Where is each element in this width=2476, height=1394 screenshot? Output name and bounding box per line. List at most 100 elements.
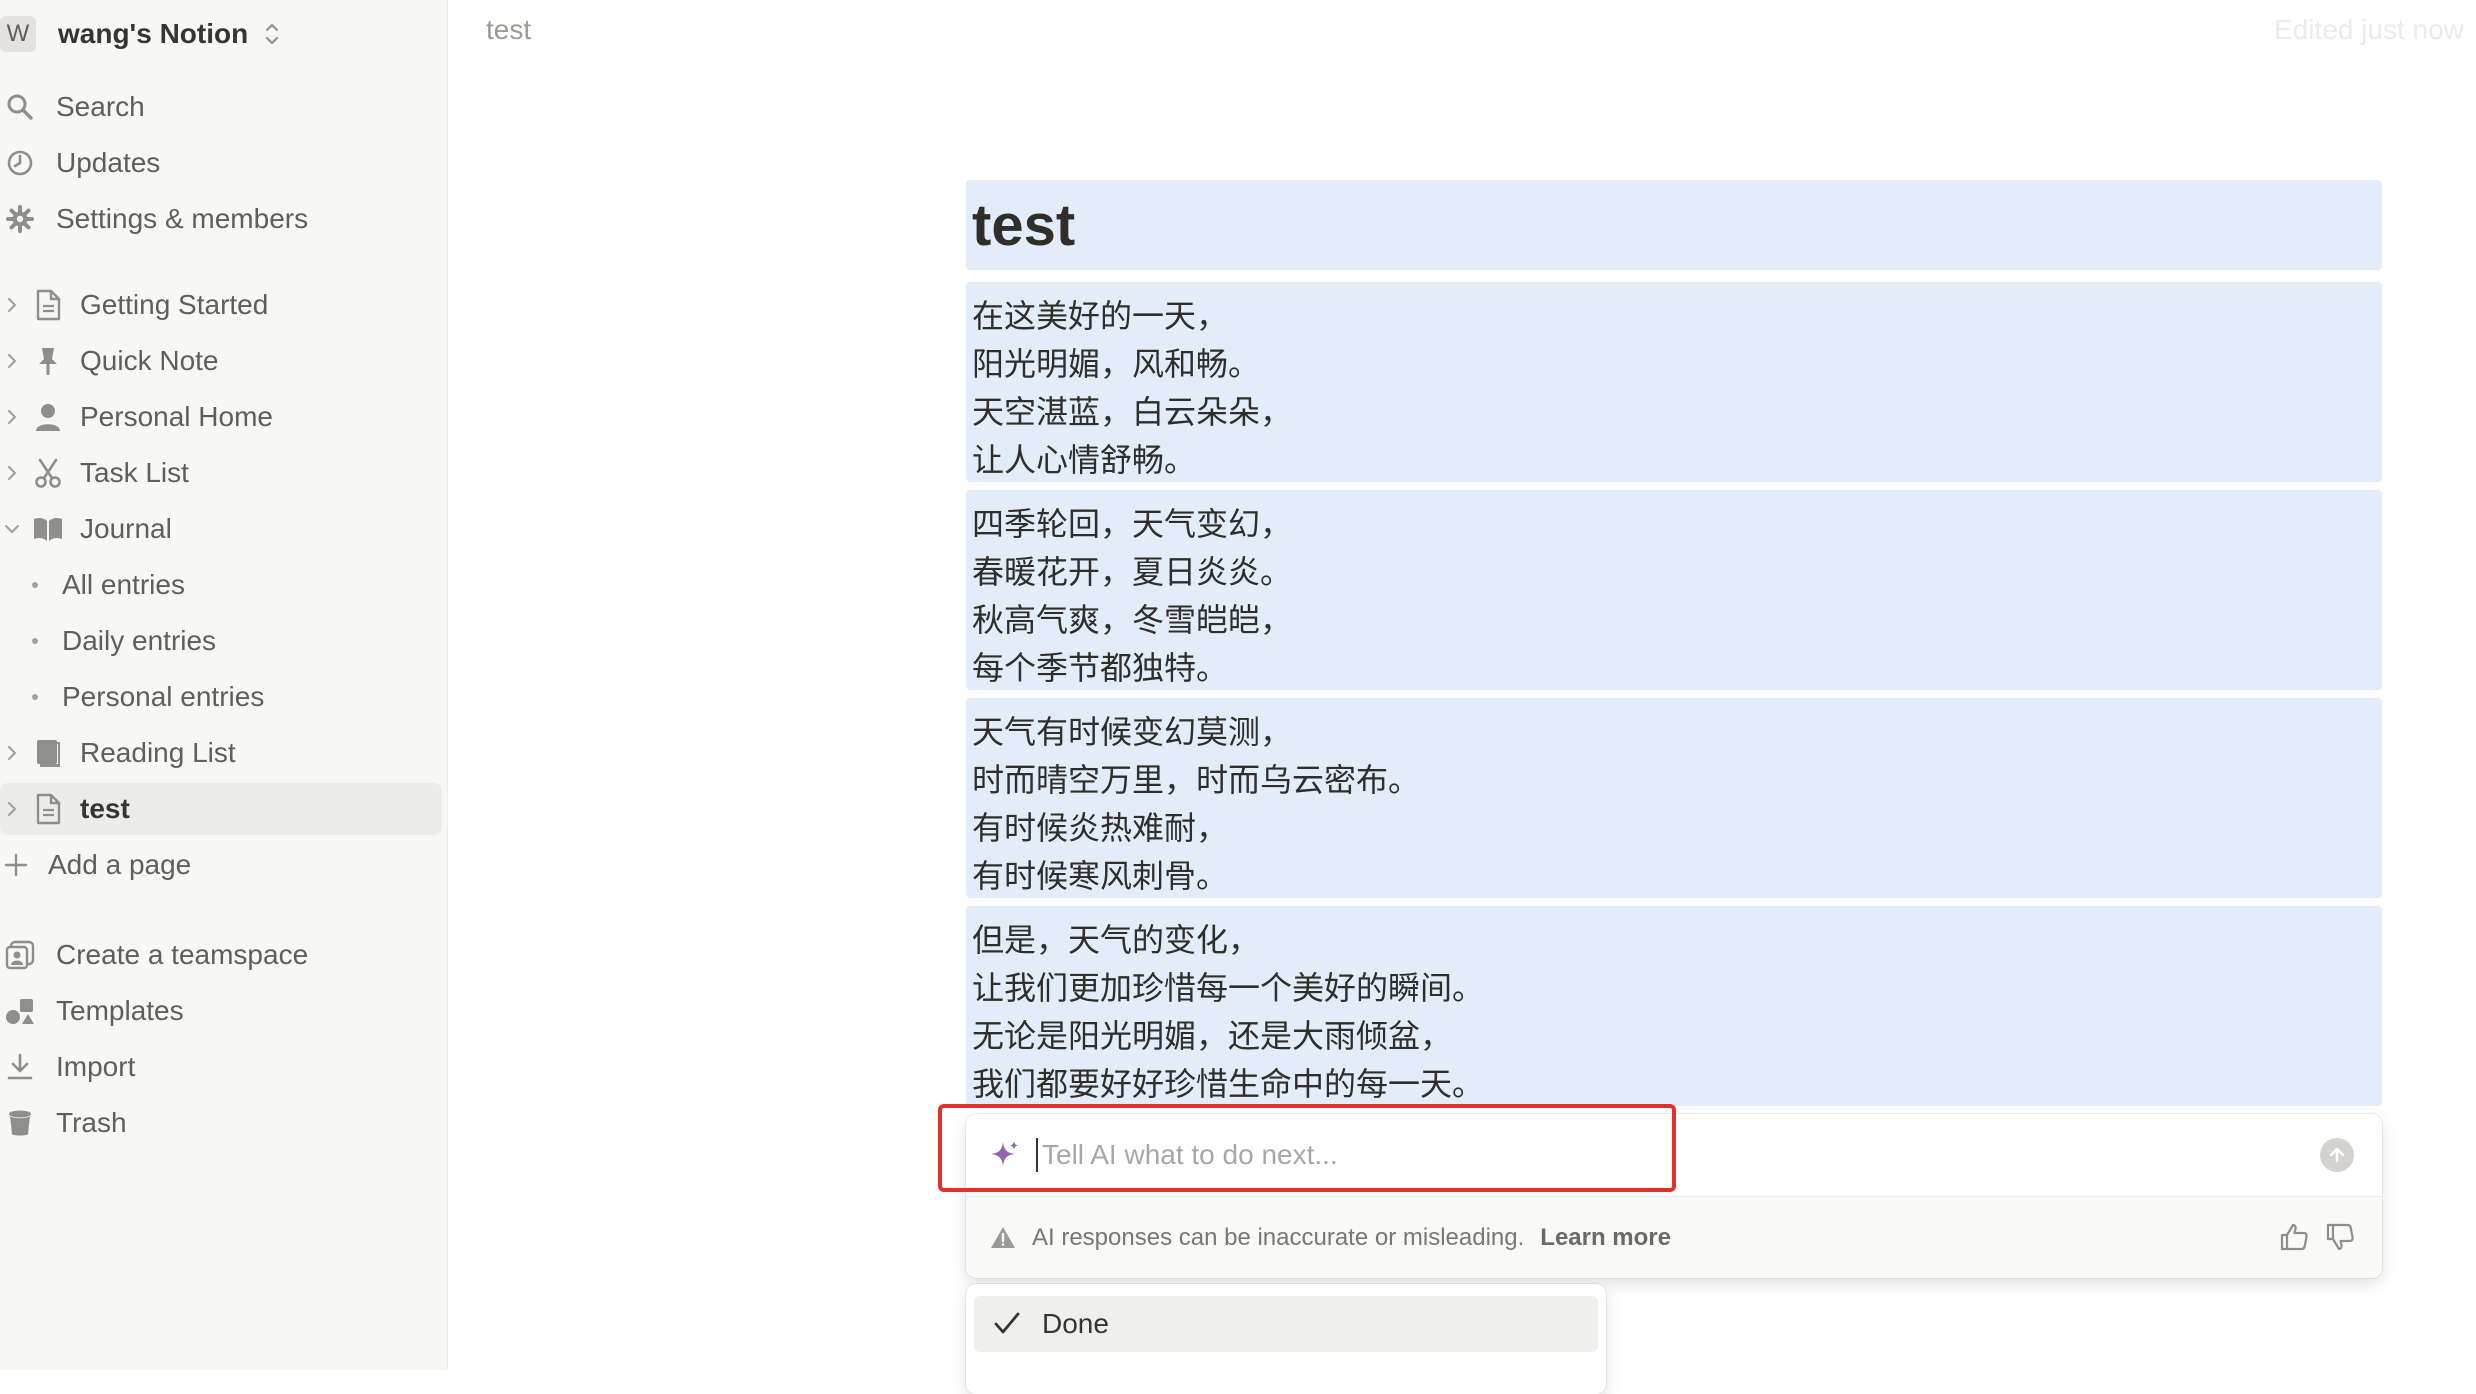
ai-disclaimer: AI responses can be inaccurate or mislea… [1032, 1224, 1525, 1251]
workspace-avatar: W [0, 16, 36, 52]
text-line: 但是，天气的变化， [972, 921, 1261, 959]
text-line: 让我们更加珍惜每一个美好的瞬间。 [972, 969, 1485, 1007]
arrow-up-icon [2329, 1147, 2345, 1163]
text-line: 时而晴空万里，时而乌云密布。 [972, 761, 1421, 799]
scissors-icon [30, 455, 66, 491]
sidebar-item-search[interactable]: Search [0, 81, 442, 133]
paragraph-block[interactable]: 但是，天气的变化， 让我们更加珍惜每一个美好的瞬间。 无论是阳光明媚，还是大雨倾… [966, 906, 2382, 1106]
pin-icon [30, 343, 66, 379]
ai-sparkle-icon [991, 1141, 1018, 1166]
paragraph-block[interactable]: 天气有时候变幻莫测， 时而晴空万里，时而乌云密布。 有时候炎热难耐， 有时候寒风… [966, 698, 2382, 898]
add-page-button[interactable]: Add a page [0, 839, 442, 891]
import-icon [2, 1049, 38, 1085]
sidebar-item-label: Trash [56, 1107, 127, 1138]
sidebar-item-label: Updates [56, 147, 161, 178]
text-line: 有时候寒风刺骨。 [972, 857, 1229, 895]
sidebar-item-getting-started[interactable]: Getting Started [0, 279, 442, 331]
chevron-right-icon[interactable] [2, 346, 22, 376]
menu-item-done[interactable]: Done [974, 1296, 1598, 1352]
sidebar-item-label: Templates [56, 995, 184, 1026]
text-line: 无论是阳光明媚，还是大雨倾盆， [972, 1017, 1453, 1055]
paragraph-block[interactable]: 四季轮回，天气变幻， 春暖花开，夏日炎炎。 秋高气爽，冬雪皑皑， 每个季节都独特… [966, 490, 2382, 690]
sidebar-item-label: Search [56, 91, 145, 122]
checkmark-icon [994, 1312, 1020, 1334]
bullet-icon [32, 582, 38, 588]
edited-status: Edited just now [2274, 14, 2464, 45]
text-line: 四季轮回，天气变幻， [972, 505, 1293, 543]
sidebar-item-daily-entries[interactable]: Daily entries [0, 615, 442, 667]
person-icon [30, 399, 66, 435]
title-scroll-mask [900, 0, 1900, 30]
text-line: 天气有时候变幻莫测， [972, 713, 1293, 751]
text-line: 让人心情舒畅。 [972, 441, 1197, 479]
text-line: 在这美好的一天， [972, 297, 1229, 335]
sidebar-item-label: Import [56, 1051, 136, 1082]
thumbs-down-icon[interactable] [2324, 1221, 2356, 1253]
chevron-right-icon[interactable] [2, 290, 22, 320]
plus-icon [2, 847, 30, 883]
clock-icon [2, 145, 38, 181]
heading-block[interactable]: test [966, 180, 2382, 270]
sidebar-item-task-list[interactable]: Task List [0, 447, 442, 499]
sidebar: W wang's Notion Search Updates Settings … [0, 0, 448, 1370]
teamspace-icon [2, 937, 38, 973]
sidebar-item-label: Personal entries [62, 681, 265, 712]
text-line: 春暖花开，夏日炎炎。 [972, 553, 1293, 591]
sidebar-item-label: All entries [62, 569, 185, 600]
breadcrumb[interactable]: test [486, 14, 531, 46]
learn-more-link[interactable]: Learn more [1540, 1224, 1671, 1252]
heading-text: test [972, 193, 1076, 258]
chevron-right-icon[interactable] [2, 402, 22, 432]
sidebar-item-label: Settings & members [56, 203, 309, 234]
books-icon [30, 735, 66, 771]
thumbs-up-icon[interactable] [2278, 1221, 2310, 1253]
sidebar-item-quick-note[interactable]: Quick Note [0, 335, 442, 387]
sidebar-item-import[interactable]: Import [0, 1041, 442, 1093]
sidebar-item-personal-entries[interactable]: Personal entries [0, 671, 442, 723]
sidebar-item-label: Journal [80, 513, 172, 544]
sidebar-item-reading-list[interactable]: Reading List [0, 727, 442, 779]
ai-prompt-panel: AI responses can be inaccurate or mislea… [966, 1114, 2382, 1278]
chevron-right-icon[interactable] [2, 458, 22, 488]
sidebar-item-label: Quick Note [80, 345, 219, 376]
text-line: 我们都要好好珍惜生命中的每一天。 [972, 1065, 1485, 1103]
sidebar-item-test[interactable]: test [0, 783, 442, 835]
paragraph-block[interactable]: 在这美好的一天， 阳光明媚，风和畅。 天空湛蓝，白云朵朵， 让人心情舒畅。 [966, 282, 2382, 482]
warning-icon [991, 1227, 1015, 1248]
sidebar-item-label: test [80, 793, 130, 824]
ai-input-row [966, 1114, 2382, 1196]
sidebar-item-trash[interactable]: Trash [0, 1097, 442, 1149]
text-line: 天空湛蓝，白云朵朵， [972, 393, 1293, 431]
send-button[interactable] [2320, 1138, 2354, 1172]
sidebar-item-all-entries[interactable]: All entries [0, 559, 442, 611]
sidebar-item-label: Task List [80, 457, 189, 488]
chevron-right-icon[interactable] [2, 738, 22, 768]
sidebar-item-label: Daily entries [62, 625, 217, 656]
sidebar-item-journal[interactable]: Journal [0, 503, 442, 555]
workspace-name: wang's Notion [58, 18, 249, 49]
search-icon [2, 89, 38, 125]
menu-item-label: Done [1042, 1308, 1109, 1339]
sidebar-item-create-teamspace[interactable]: Create a teamspace [0, 929, 442, 981]
sidebar-item-personal-home[interactable]: Personal Home [0, 391, 442, 443]
text-line: 有时候炎热难耐， [972, 809, 1229, 847]
sidebar-item-label: Create a teamspace [56, 939, 309, 970]
page-icon [30, 287, 66, 323]
chevron-down-icon[interactable] [2, 514, 22, 544]
sidebar-item-label: Getting Started [80, 289, 269, 320]
sidebar-item-settings[interactable]: Settings & members [0, 193, 442, 245]
chevron-right-icon[interactable] [2, 794, 22, 824]
bullet-icon [32, 638, 38, 644]
sidebar-item-label: Personal Home [80, 401, 273, 432]
book-icon [30, 511, 66, 547]
sidebar-item-templates[interactable]: Templates [0, 985, 442, 1037]
sidebar-item-updates[interactable]: Updates [0, 137, 442, 189]
ai-footer: AI responses can be inaccurate or mislea… [966, 1196, 2382, 1278]
text-line: 阳光明媚，风和畅。 [972, 345, 1261, 383]
bullet-icon [32, 694, 38, 700]
page-icon [30, 791, 66, 827]
add-page-label: Add a page [48, 849, 192, 880]
text-line: 每个季节都独特。 [972, 649, 1229, 687]
workspace-switcher[interactable]: W wang's Notion [0, 12, 282, 56]
ai-prompt-input[interactable] [1040, 1130, 2244, 1180]
